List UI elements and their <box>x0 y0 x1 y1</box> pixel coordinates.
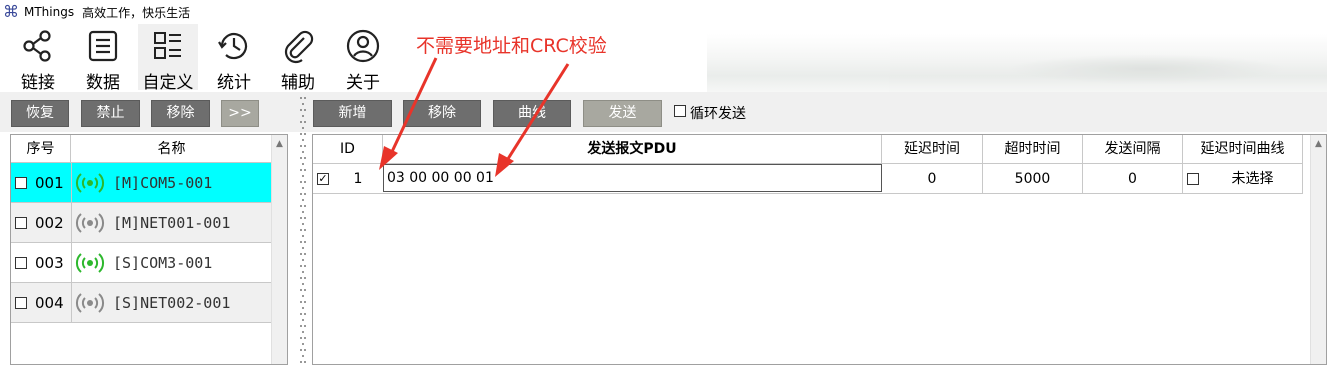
annotation-text: 不需要地址和CRC校验 <box>416 35 607 57</box>
disable-button[interactable]: 禁止 <box>81 100 140 127</box>
device-checkbox[interactable] <box>15 297 27 309</box>
device-list-scrollbar[interactable]: ▲ <box>271 135 287 364</box>
device-number: 003 <box>35 254 64 272</box>
ribbon-assist-button[interactable]: 辅助 <box>270 24 326 93</box>
scroll-up-icon[interactable]: ▲ <box>1315 139 1322 149</box>
device-number: 004 <box>35 294 64 312</box>
header-delay: 延迟时间 <box>882 135 983 164</box>
device-row[interactable]: 002 [M]NET001-001 <box>11 203 272 243</box>
header-index: 序号 <box>11 135 71 163</box>
pdu-interval[interactable]: 0 <box>1083 164 1183 194</box>
ribbon-custom-button[interactable]: 自定义 <box>138 24 198 93</box>
header-interval: 发送间隔 <box>1083 135 1183 164</box>
loop-send-checkbox[interactable] <box>674 105 686 117</box>
header-pdu: 发送报文PDU <box>383 135 882 164</box>
pdu-table-panel: ID 发送报文PDU 延迟时间 超时时间 发送间隔 延迟时间曲线 ✓ 1 0 5… <box>312 134 1327 365</box>
curve-checkbox[interactable] <box>1187 173 1199 185</box>
ribbon-link-button[interactable]: 链接 <box>10 24 66 93</box>
share-icon <box>23 30 51 62</box>
curve-button[interactable]: 曲线 <box>493 100 571 127</box>
add-button[interactable]: 新增 <box>313 100 392 127</box>
scroll-up-icon[interactable]: ▲ <box>276 139 283 149</box>
device-number: 002 <box>35 214 64 232</box>
pdu-curve[interactable]: 未选择 <box>1203 164 1303 194</box>
device-checkbox[interactable] <box>15 177 27 189</box>
device-row[interactable]: 004 [S]NET002-001 <box>11 283 272 323</box>
header-delay-curve: 延迟时间曲线 <box>1183 135 1303 164</box>
device-number: 001 <box>35 174 64 192</box>
device-name: [M]COM5-001 <box>113 174 213 192</box>
left-remove-button[interactable]: 移除 <box>151 100 210 127</box>
header-name: 名称 <box>157 141 186 157</box>
app-slogan: 高效工作，快乐生活 <box>82 5 191 20</box>
pdu-delay[interactable]: 0 <box>882 164 983 194</box>
device-name: [S]NET002-001 <box>113 294 231 312</box>
ribbon-data-button[interactable]: 数据 <box>75 24 131 93</box>
command-key-icon: ⌘ <box>3 2 19 21</box>
panel-splitter[interactable] <box>298 94 308 365</box>
title-bar: ⌘ MThings 高效工作，快乐生活 <box>0 0 1327 24</box>
device-checkbox[interactable] <box>15 217 27 229</box>
grid-list-icon <box>154 32 181 59</box>
history-clock-icon <box>218 33 248 60</box>
paperclip-icon <box>284 30 314 64</box>
ribbon-about-label: 关于 <box>346 73 380 93</box>
pdu-input[interactable]: 03 00 00 00 01 <box>383 164 882 192</box>
header-timeout: 超时时间 <box>983 135 1083 164</box>
expand-button[interactable]: >> <box>221 100 259 127</box>
ribbon-assist-label: 辅助 <box>281 73 315 93</box>
send-button[interactable]: 发送 <box>583 100 662 127</box>
device-checkbox[interactable] <box>15 257 27 269</box>
pdu-table-header: ID 发送报文PDU 延迟时间 超时时间 发送间隔 延迟时间曲线 <box>313 135 1303 164</box>
loop-send-label: 循环发送 <box>690 106 746 122</box>
pdu-timeout[interactable]: 5000 <box>983 164 1083 194</box>
signal-online-icon <box>75 173 105 193</box>
pdu-row-checkbox[interactable]: ✓ <box>317 173 329 185</box>
app-title: MThings <box>24 5 75 19</box>
ribbon-about-button[interactable]: 关于 <box>335 24 391 93</box>
device-list-header: 序号 名称 <box>11 135 272 163</box>
signal-offline-icon <box>75 213 105 233</box>
device-name: [S]COM3-001 <box>113 254 213 272</box>
header-id: ID <box>313 135 383 164</box>
ribbon: 链接 数据 自定义 统计 辅助 关于 <box>0 24 1327 94</box>
right-remove-button[interactable]: 移除 <box>403 100 481 127</box>
ribbon-stats-label: 统计 <box>217 73 251 93</box>
list-document-icon <box>88 30 118 62</box>
device-row[interactable]: 001 [M]COM5-001 <box>11 163 272 203</box>
ribbon-background-art <box>707 34 1327 94</box>
pdu-id: 1 <box>353 171 363 187</box>
device-row[interactable]: 003 [S]COM3-001 <box>11 243 272 283</box>
signal-online-icon <box>75 253 105 273</box>
ribbon-stats-button[interactable]: 统计 <box>206 24 262 93</box>
ribbon-link-label: 链接 <box>21 73 55 93</box>
restore-button[interactable]: 恢复 <box>11 100 69 127</box>
pdu-table-scrollbar[interactable]: ▲ <box>1310 135 1326 364</box>
ribbon-data-label: 数据 <box>86 73 120 93</box>
user-icon <box>346 29 380 63</box>
device-name: [M]NET001-001 <box>113 214 231 232</box>
device-list-panel: 序号 名称 001 [M]COM5-001 002 [M]NET001-001 … <box>10 134 288 365</box>
ribbon-custom-label: 自定义 <box>142 73 194 93</box>
signal-offline-icon <box>75 293 105 313</box>
